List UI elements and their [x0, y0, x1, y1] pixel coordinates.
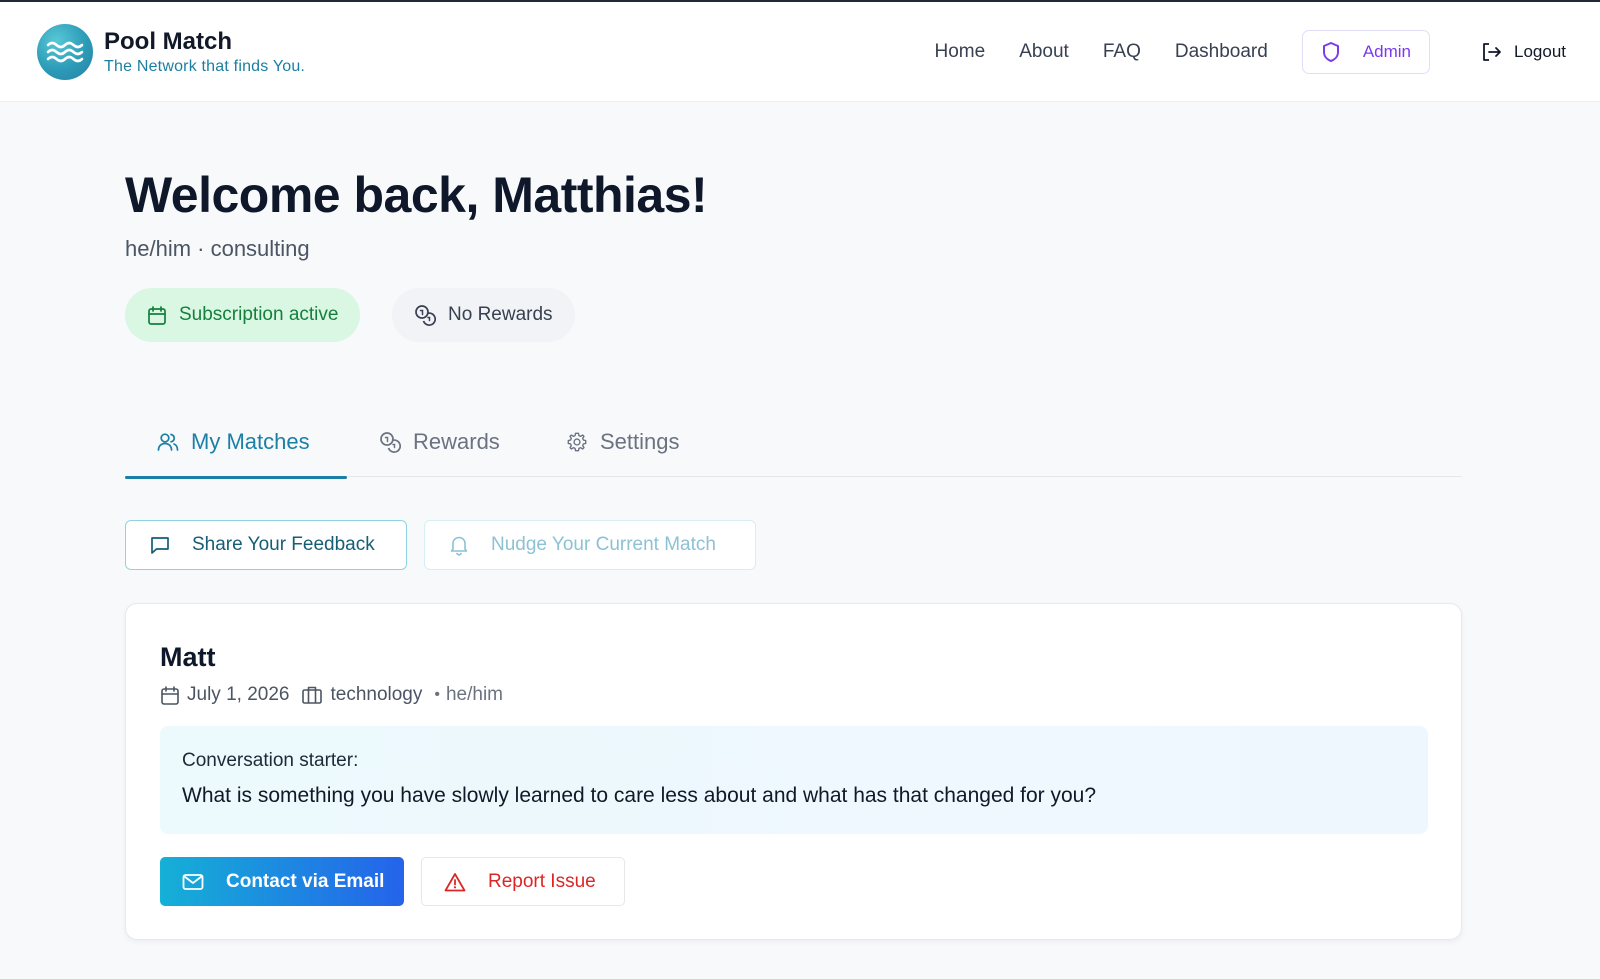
- match-name: Matt: [160, 642, 216, 672]
- contact-via-email-label: Contact via Email: [226, 870, 385, 892]
- page-title: Welcome back, Matthias!: [125, 167, 708, 223]
- brand[interactable]: Pool Match The Network that finds You.: [37, 24, 305, 80]
- tab-rewards-label: Rewards: [413, 429, 500, 454]
- nudge-match-label: Nudge Your Current Match: [491, 534, 716, 555]
- nudge-match-button[interactable]: Nudge Your Current Match: [424, 520, 756, 570]
- tab-rewards[interactable]: Rewards: [379, 407, 500, 477]
- logout-label: Logout: [1514, 42, 1566, 61]
- match-card: Matt July 1, 2026 technology • he/him Co…: [125, 603, 1462, 940]
- brand-tagline: The Network that finds You.: [104, 57, 306, 75]
- mail-icon: [182, 873, 204, 891]
- admin-label: Admin: [1362, 42, 1411, 61]
- tab-settings[interactable]: Settings: [566, 407, 680, 477]
- subscription-status-badge: Subscription active: [125, 288, 361, 342]
- top-nav-bar: Pool Match The Network that finds You. H…: [0, 0, 1600, 102]
- logout-button[interactable]: Logout: [1481, 42, 1566, 62]
- logout-icon: [1481, 42, 1502, 62]
- admin-button[interactable]: Admin: [1301, 30, 1430, 74]
- main-nav: Home About FAQ Dashboard Admin Logout: [935, 2, 1600, 102]
- nav-dashboard-link[interactable]: Dashboard: [1175, 41, 1268, 63]
- nav-about-link[interactable]: About: [1019, 41, 1069, 63]
- share-feedback-label: Share Your Feedback: [192, 534, 375, 555]
- tab-my-matches[interactable]: My Matches: [125, 407, 347, 479]
- user-subtitle: he/him · consulting: [125, 236, 310, 261]
- gear-icon: [566, 431, 588, 453]
- match-pronouns: he/him: [445, 684, 504, 705]
- users-icon: [157, 432, 179, 452]
- tab-settings-label: Settings: [600, 429, 680, 454]
- match-meta: July 1, 2026 technology • he/him: [160, 682, 503, 708]
- conversation-starter-label: Conversation starter:: [182, 750, 359, 771]
- match-date: July 1, 2026: [187, 684, 290, 705]
- rewards-status-badge: No Rewards: [392, 288, 575, 342]
- conversation-starter: Conversation starter: What is something …: [160, 726, 1428, 834]
- shield-icon: [1321, 41, 1341, 63]
- report-issue-button[interactable]: Report Issue: [421, 857, 625, 906]
- rewards-status-label: No Rewards: [448, 304, 553, 325]
- tab-my-matches-label: My Matches: [191, 429, 310, 454]
- warning-icon: [444, 872, 466, 892]
- subscription-status-label: Subscription active: [179, 304, 339, 325]
- bell-icon: [449, 534, 469, 556]
- report-issue-label: Report Issue: [488, 870, 596, 892]
- briefcase-icon: [301, 685, 323, 705]
- contact-via-email-button[interactable]: Contact via Email: [160, 857, 404, 906]
- message-icon: [150, 535, 170, 555]
- waves-logo-icon: [37, 24, 93, 80]
- coins-icon: [379, 431, 401, 453]
- coins-icon: [414, 304, 436, 326]
- nav-faq-link[interactable]: FAQ: [1103, 41, 1141, 63]
- dashboard-tabs: My Matches Rewards Settings: [125, 407, 1462, 479]
- nav-home-link[interactable]: Home: [935, 41, 986, 63]
- meta-separator: •: [434, 686, 440, 703]
- share-feedback-button[interactable]: Share Your Feedback: [125, 520, 407, 570]
- match-industry: technology: [330, 684, 423, 705]
- conversation-starter-question: What is something you have slowly learne…: [182, 784, 1097, 807]
- calendar-icon: [147, 305, 167, 326]
- brand-name: Pool Match: [104, 27, 233, 55]
- calendar-icon: [160, 685, 180, 706]
